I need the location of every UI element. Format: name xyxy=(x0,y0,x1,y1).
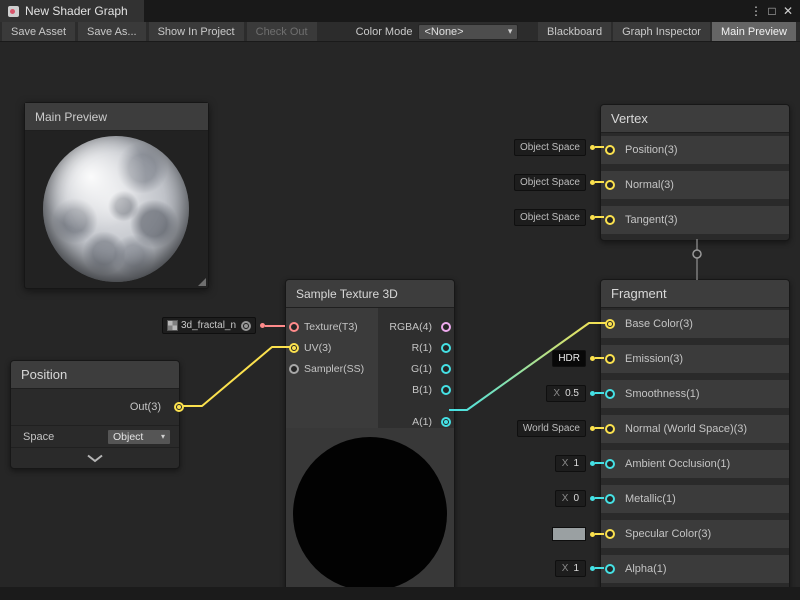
shader-graph-window: New Shader Graph ⋮ □ ✕ Save Asset Save A… xyxy=(0,0,800,600)
main-preview-button[interactable]: Main Preview xyxy=(712,22,796,41)
tab-title: New Shader Graph xyxy=(25,4,128,18)
blackboard-button[interactable]: Blackboard xyxy=(538,22,611,41)
window-controls: ⋮ □ ✕ xyxy=(748,0,800,22)
tab-new-shader-graph[interactable]: New Shader Graph xyxy=(0,0,144,22)
color-mode-label: Color Mode xyxy=(356,26,413,38)
check-out-button[interactable]: Check Out xyxy=(247,22,317,41)
save-asset-button[interactable]: Save Asset xyxy=(2,22,75,41)
close-icon[interactable]: ✕ xyxy=(780,0,796,22)
edge-layer xyxy=(0,42,800,600)
block-connector-dot xyxy=(693,250,701,258)
graph-canvas[interactable]: Main Preview Position Out(3) Space Objec… xyxy=(0,42,800,600)
save-as-button[interactable]: Save As... xyxy=(78,22,146,41)
show-in-project-button[interactable]: Show In Project xyxy=(149,22,244,41)
edge-a-to-base-color[interactable] xyxy=(449,323,607,410)
graph-inspector-button[interactable]: Graph Inspector xyxy=(613,22,710,41)
chevron-down-icon: ▾ xyxy=(508,26,513,37)
color-mode-value: <None> xyxy=(424,26,463,38)
color-mode-dropdown[interactable]: <None> ▾ xyxy=(418,24,518,40)
shader-graph-icon xyxy=(8,6,19,17)
color-mode-group: Color Mode <None> ▾ xyxy=(356,22,519,41)
maximize-icon[interactable]: □ xyxy=(764,0,780,22)
graph-toolbar: Save Asset Save As... Show In Project Ch… xyxy=(0,22,800,42)
toolbar-right-group: Blackboard Graph Inspector Main Preview xyxy=(538,22,798,41)
tab-bar: New Shader Graph ⋮ □ ✕ xyxy=(0,0,800,22)
window-bottom-edge xyxy=(0,587,800,600)
kebab-menu-icon[interactable]: ⋮ xyxy=(748,0,764,22)
edge-position-to-uv[interactable] xyxy=(182,347,291,406)
